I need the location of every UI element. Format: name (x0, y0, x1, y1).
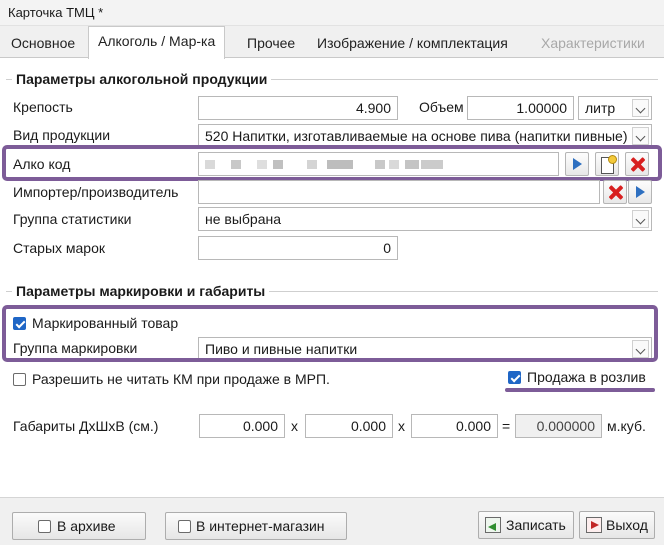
tab-main[interactable]: Основное (2, 29, 84, 58)
stat-group-value: не выбрана (205, 211, 282, 227)
online-store-checkbox[interactable] (178, 520, 191, 533)
unit-select[interactable]: литр (578, 96, 652, 120)
allow-no-km-label: Разрешить не читать КМ при продаже в МРП… (32, 371, 330, 387)
importer-label: Импортер/производитель (13, 184, 179, 200)
save-button-label: Записать (506, 517, 566, 533)
draft-sale-label: Продажа в розлив (527, 369, 646, 385)
play-icon[interactable] (628, 180, 652, 204)
archive-label: В архиве (57, 518, 116, 534)
stat-group-label: Группа статистики (13, 211, 132, 227)
old-stamps-label: Старых марок (13, 240, 105, 256)
marking-highlight (2, 305, 658, 362)
tab-other[interactable]: Прочее (238, 29, 304, 58)
exit-button-label: Выход (606, 517, 648, 533)
tab-characteristics: Характеристики (541, 35, 645, 51)
chevron-down-icon[interactable] (632, 210, 649, 228)
window-titlebar: Карточка ТМЦ * (0, 0, 664, 26)
tab-image-kit[interactable]: Изображение / комплектация (308, 29, 517, 58)
draft-sale-checkbox[interactable] (508, 371, 521, 384)
chevron-down-icon[interactable] (632, 99, 649, 117)
volume-label: Объем (419, 99, 464, 115)
alco-code-highlight (2, 145, 662, 181)
exit-icon (586, 517, 602, 533)
archive-button[interactable]: В архиве (12, 512, 146, 540)
product-type-value: 520 Напитки, изготавливаемые на основе п… (205, 128, 628, 144)
marking-section-title: Параметры маркировки и габариты (12, 283, 270, 299)
volume-unit-label: м.куб. (607, 418, 646, 434)
tab-strip: Основное Алкоголь / Мар-ка Прочее Изобра… (0, 26, 664, 59)
old-stamps-input[interactable]: 0 (198, 236, 398, 260)
strength-input[interactable]: 4.900 (198, 96, 398, 120)
unit-select-value: литр (585, 100, 616, 116)
times-sign: x (398, 418, 405, 434)
dim-length-input[interactable]: 0.000 (199, 414, 285, 438)
volume-input[interactable]: 1.00000 (467, 96, 574, 120)
allow-no-km-checkbox[interactable] (13, 373, 26, 386)
times-sign: x (291, 418, 298, 434)
dimensions-label: Габариты ДхШхВ (см.) (13, 418, 159, 434)
equals-sign: = (502, 418, 511, 434)
dim-width-input[interactable]: 0.000 (305, 414, 393, 438)
delete-icon[interactable] (603, 180, 627, 204)
dim-height-input[interactable]: 0.000 (411, 414, 498, 438)
save-icon (485, 517, 501, 533)
save-button[interactable]: Записать (478, 511, 574, 539)
importer-input[interactable] (198, 180, 600, 204)
chevron-down-icon[interactable] (632, 127, 649, 145)
alcohol-section-title: Параметры алкогольной продукции (12, 71, 272, 87)
online-store-label: В интернет-магазин (196, 518, 325, 534)
archive-checkbox[interactable] (38, 520, 51, 533)
product-type-label: Вид продукции (13, 127, 111, 143)
exit-button[interactable]: Выход (579, 511, 655, 539)
volume-result-field: 0.000000 (515, 414, 602, 438)
online-store-button[interactable]: В интернет-магазин (165, 512, 347, 540)
strength-label: Крепость (13, 99, 73, 115)
stat-group-select[interactable]: не выбрана (198, 207, 652, 231)
draft-sale-underline (505, 388, 655, 392)
tab-alcohol-marking[interactable]: Алкоголь / Мар-ка (88, 26, 226, 59)
window-title: Карточка ТМЦ * (8, 5, 104, 20)
